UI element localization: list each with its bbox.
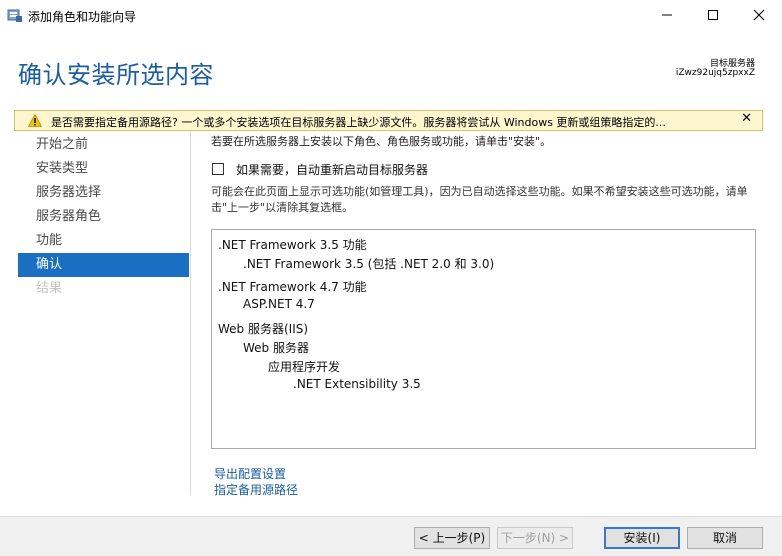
close-window-button[interactable]	[736, 0, 782, 30]
restart-checkbox-label[interactable]: 如果需要，自动重新启动目标服务器	[236, 161, 428, 178]
list-item: Web 服务器(IIS)	[218, 322, 309, 336]
list-item: .NET Extensibility 3.5	[293, 377, 421, 391]
warning-bar[interactable]: 是否需要指定备用源路径? 一个或多个安装选项在目标服务器上缺少源文件。服务器将尝…	[14, 110, 763, 131]
list-item: .NET Framework 3.5 (包括 .NET 2.0 和 3.0)	[243, 257, 495, 271]
close-icon	[753, 9, 765, 21]
page-title: 确认安装所选内容	[18, 61, 214, 89]
nav-item-installation-type[interactable]: 安装类型	[18, 157, 189, 181]
restart-checkbox[interactable]	[212, 163, 224, 175]
export-config-link[interactable]: 导出配置设置	[214, 465, 286, 482]
previous-button[interactable]: < 上一步(P)	[414, 527, 490, 549]
nav-item-features[interactable]: 功能	[18, 229, 189, 253]
warning-icon	[28, 114, 42, 127]
warning-dismiss-button[interactable]: ✕	[741, 111, 752, 126]
title-bar: 添加角色和功能向导	[0, 0, 782, 30]
nav-divider	[190, 131, 191, 495]
server-manager-icon	[7, 9, 22, 22]
minimize-button[interactable]	[644, 0, 690, 30]
list-item: 应用程序开发	[268, 360, 341, 374]
maximize-icon	[708, 10, 718, 20]
list-item: Web 服务器	[243, 341, 309, 355]
list-item: .NET Framework 4.7 功能	[218, 280, 367, 294]
window-title: 添加角色和功能向导	[28, 10, 137, 24]
maximize-button[interactable]	[690, 0, 736, 30]
footer-bar: < 上一步(P) 下一步(N) > 安装(I) 取消	[0, 516, 782, 556]
nav-item-before-you-begin[interactable]: 开始之前	[18, 133, 189, 157]
list-item: ASP.NET 4.7	[243, 297, 315, 311]
list-item: .NET Framework 3.5 功能	[218, 238, 367, 252]
nav-item-results: 结果	[36, 281, 63, 296]
alternate-source-link[interactable]: 指定备用源路径	[214, 481, 298, 498]
optional-features-note: 可能会在此页面上显示可选功能(如管理工具)，因为已自动选择这些功能。如果不希望安…	[211, 185, 748, 214]
nav-item-confirmation[interactable]: 确认	[18, 253, 189, 277]
cancel-button[interactable]: 取消	[687, 527, 763, 549]
minimize-icon	[662, 14, 672, 16]
nav-item-server-selection[interactable]: 服务器选择	[18, 181, 189, 205]
nav-item-server-roles[interactable]: 服务器角色	[18, 205, 189, 229]
intro-text: 若要在所选服务器上安装以下角色、角色服务或功能，请单击"安装"。	[211, 135, 552, 148]
target-server-name: iZwz92ujq5zpxxZ	[675, 68, 755, 78]
selection-list[interactable]: .NET Framework 3.5 功能 .NET Framework 3.5…	[211, 229, 756, 449]
next-button: 下一步(N) >	[497, 527, 573, 549]
install-button[interactable]: 安装(I)	[604, 527, 680, 549]
warning-text: 是否需要指定备用源路径? 一个或多个安装选项在目标服务器上缺少源文件。服务器将尝…	[51, 116, 666, 129]
